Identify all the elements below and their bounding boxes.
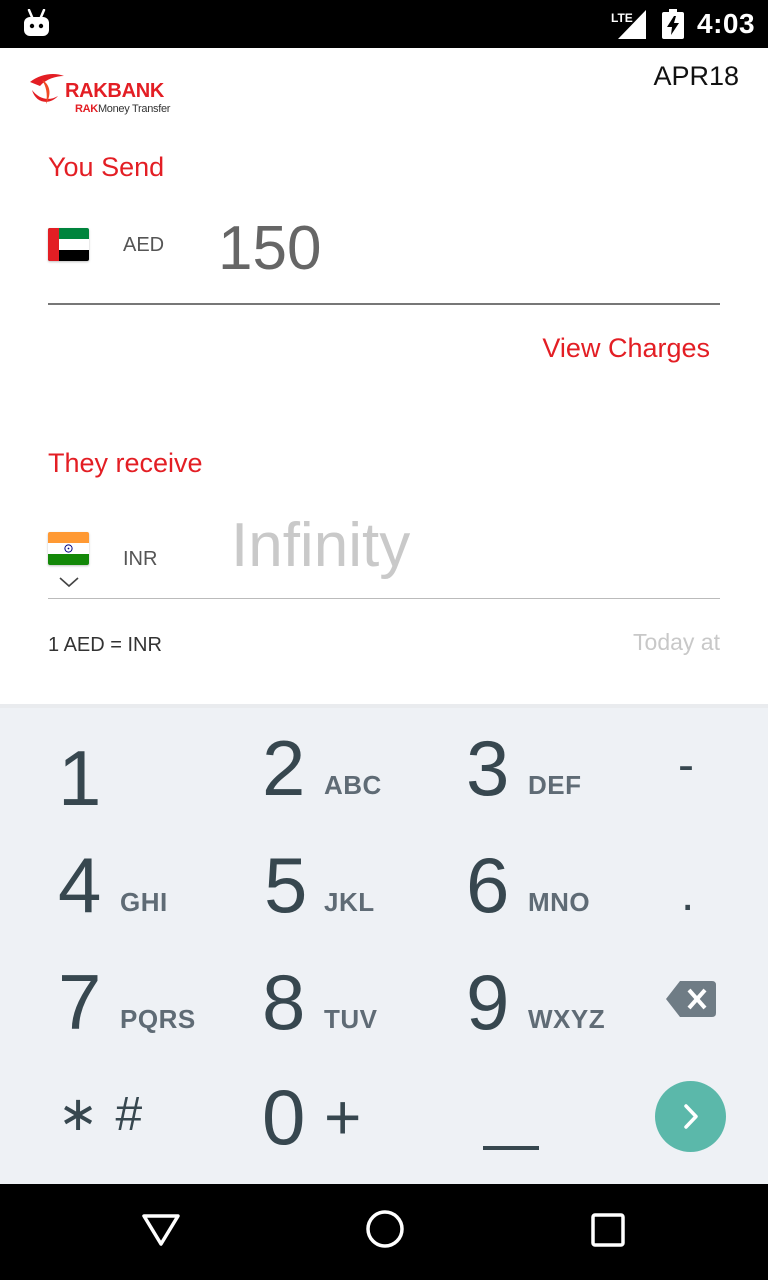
navigation-bar [0,1184,768,1280]
you-send-label: You Send [48,152,165,182]
status-time: 4:03 [697,8,756,39]
brand-subtitle: RAKMoney Transfer [75,102,170,116]
space-key[interactable] [483,1146,539,1150]
chevron-down-icon[interactable] [58,575,80,589]
key-letters: TUV [324,1004,378,1034]
key-digit: 1 [58,734,102,822]
key-letters: ABC [324,770,382,800]
uae-flag-icon[interactable] [48,228,89,261]
key-dot[interactable]: . [576,827,768,944]
key-5[interactable]: 5 JKL [192,827,384,944]
version-label: APR18 [653,61,739,91]
battery-charging-icon [662,9,684,39]
they-receive-label: They receive [48,448,203,478]
key-4[interactable]: 4 GHI [0,827,192,944]
key-8[interactable]: 8 TUV [192,944,384,1061]
india-flag-icon[interactable] [48,532,89,565]
key-digit: 8 [262,958,306,1046]
key-2[interactable]: 2 ABC [192,710,384,827]
receive-currency-code[interactable]: INR [123,547,157,571]
status-bar: LTE 4:03 [0,0,768,48]
plus-symbol: + [324,1081,362,1153]
brand-subtitle-bold: RAK [75,103,98,115]
key-7[interactable]: 7 PQRS [0,944,195,1061]
back-icon[interactable] [140,1208,182,1250]
android-debug-icon [24,9,49,36]
receive-amount-field: Infinity [231,511,411,580]
send-currency-code[interactable]: AED [123,233,164,257]
key-digit: 2 [262,724,306,812]
exchange-rate-text: 1 AED = INR [48,634,162,656]
key-minus[interactable]: - [576,710,768,827]
key-digit: 6 [466,841,510,929]
key-letters: DEF [528,770,582,800]
key-9[interactable]: 9 WXYZ [384,944,605,1061]
send-amount-input[interactable]: 150 [218,214,321,284]
rate-updated-text: Today at [633,629,720,655]
network-type: LTE [611,11,633,25]
key-3[interactable]: 3 DEF [384,710,581,827]
view-charges-link[interactable]: View Charges [542,332,710,364]
send-amount-underline [48,303,720,305]
key-digit: 5 [264,841,308,929]
brand-name: RAKBANK [65,80,165,102]
backspace-icon[interactable] [666,981,716,1017]
key-0[interactable]: 0 + [192,1061,384,1178]
app-screen: LTE 4:03 RAKBANK RAKMoney Transfer APR18… [0,0,768,1280]
key-digit: 9 [466,958,510,1046]
star-hash-symbols: ∗ # [58,1088,145,1141]
key-digit: 0 [262,1073,306,1161]
key-letters: GHI [120,887,168,917]
brand-subtitle-text: Money Transfer [97,103,171,115]
key-letters: WXYZ [528,1004,606,1034]
key-letters: JKL [324,887,375,917]
minus-symbol: - [678,739,694,792]
home-icon[interactable] [364,1208,406,1250]
key-letters: PQRS [120,1004,196,1034]
receive-amount-underline [48,598,720,599]
recent-apps-icon[interactable] [589,1211,627,1249]
rakbank-logo: RAKBANK RAKMoney Transfer [28,70,188,120]
lte-signal-icon: LTE [611,10,646,39]
key-digit: 4 [58,841,102,929]
go-button[interactable] [655,1081,726,1152]
key-1[interactable]: 1 [0,710,192,827]
key-digit: 7 [58,958,102,1046]
rakbank-swoosh-icon [30,74,64,104]
chevron-right-icon [684,1104,698,1129]
dot-symbol: . [681,868,695,921]
key-star-hash[interactable]: ∗ # [0,1061,192,1178]
key-6[interactable]: 6 MNO [384,827,590,944]
key-digit: 3 [466,724,510,812]
